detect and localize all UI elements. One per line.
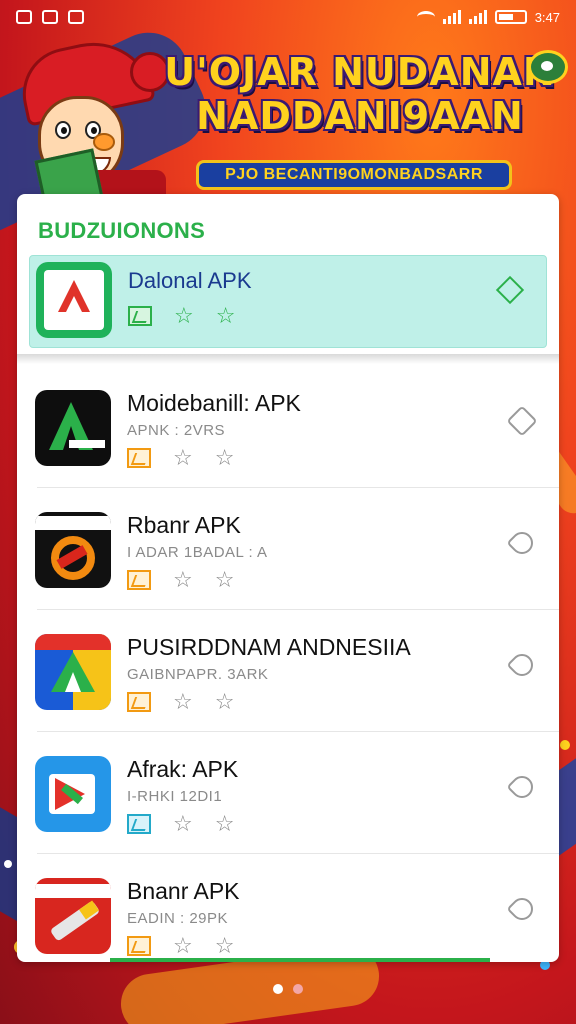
rating-row: ☆ ☆	[127, 811, 235, 836]
rating-row: ☆ ☆	[127, 445, 235, 470]
page-dot-active[interactable]	[273, 984, 283, 994]
star-icon: ☆	[173, 445, 193, 470]
jester-mascot-icon	[14, 31, 170, 220]
featured-app-name: Dalonal APK	[128, 268, 252, 293]
verified-icon	[127, 570, 151, 590]
rating-row: ☆ ☆	[128, 303, 236, 328]
banner-title-line: NADDANI9AAN	[196, 94, 524, 138]
pen-icon	[528, 50, 568, 84]
download-button[interactable]	[495, 275, 525, 305]
rating-row: ☆ ☆	[127, 933, 235, 958]
promo-banner[interactable]: U'OJAR NUDANAN NADDANI9AAN PJO BECANTI9O…	[0, 20, 576, 220]
list-item[interactable]: PUSIRDDNAM ANDNESIIA GAIBNPAPR. 3ARK ☆ ☆	[17, 610, 559, 732]
app-name: Rbanr APK	[127, 512, 241, 538]
star-icon: ☆	[214, 933, 235, 958]
section-title: BUDZUIONONS	[38, 218, 206, 243]
list-item[interactable]: Bnanr APK EADIN : 29PK ☆ ☆	[17, 854, 559, 962]
rating-row: ☆ ☆	[127, 567, 235, 592]
verified-icon	[127, 692, 151, 712]
confetti-dot	[4, 860, 12, 868]
star-icon: ☆	[173, 933, 193, 958]
page-dot[interactable]	[293, 984, 303, 994]
star-icon: ☆	[215, 303, 236, 328]
confetti-dot	[560, 740, 570, 750]
blue-flag-icon	[35, 756, 111, 832]
verified-icon	[127, 448, 151, 468]
banner-subtitle: PJO BECANTI9OMONBADSARR	[196, 160, 512, 190]
list-item[interactable]: Moidebanill: APK APNK : 2VRS ☆ ☆	[17, 366, 559, 488]
app-meta: APNK : 2VRS	[127, 422, 226, 439]
app-name: Afrak: APK	[127, 756, 239, 782]
download-button[interactable]	[506, 893, 538, 925]
app-name: Bnanr APK	[127, 878, 240, 904]
app-logo-icon	[36, 262, 112, 338]
download-button[interactable]	[506, 405, 538, 437]
star-icon: ☆	[173, 689, 193, 714]
rating-row: ☆ ☆	[127, 689, 235, 714]
star-icon: ☆	[174, 303, 194, 328]
featured-app-item[interactable]: Dalonal APK ☆ ☆	[29, 255, 547, 348]
app-meta: I ADAR 1BADAL : A	[127, 544, 268, 561]
app-meta: I-RHKI 12DI1	[127, 788, 223, 805]
colorful-a-icon	[35, 634, 111, 710]
page-indicator[interactable]	[0, 984, 576, 994]
star-icon: ☆	[173, 811, 193, 836]
star-icon: ☆	[214, 689, 235, 714]
scroll-progress-bar	[110, 958, 490, 962]
star-icon: ☆	[214, 811, 235, 836]
star-icon: ☆	[173, 567, 193, 592]
sticker-icon	[35, 512, 111, 588]
app-name: Moidebanill: APK	[127, 390, 301, 416]
banner-title: U'OJAR NUDANAN NADDANI9AAN	[160, 50, 560, 138]
list-item[interactable]: Afrak: APK I-RHKI 12DI1 ☆ ☆	[17, 732, 559, 854]
list-item[interactable]: Rbanr APK I ADAR 1BADAL : A ☆ ☆	[17, 488, 559, 610]
banner-title-line: U'OJAR NUDANAN	[164, 50, 556, 94]
download-button[interactable]	[506, 771, 538, 803]
red-tool-icon	[35, 878, 111, 954]
divider	[17, 354, 559, 364]
download-button[interactable]	[506, 527, 538, 559]
download-button[interactable]	[506, 649, 538, 681]
app-list-card: BUDZUIONONS Dalonal APK ☆ ☆ Moidebanill:…	[17, 194, 559, 962]
app-meta: EADIN : 29PK	[127, 910, 229, 927]
verified-icon	[128, 306, 152, 326]
verified-icon	[127, 936, 151, 956]
app-name: PUSIRDDNAM ANDNESIIA	[127, 634, 411, 660]
verified-icon	[127, 814, 151, 834]
star-icon: ☆	[214, 567, 235, 592]
star-icon: ☆	[214, 445, 235, 470]
dark-a-icon	[35, 390, 111, 466]
app-meta: GAIBNPAPR. 3ARK	[127, 666, 269, 683]
